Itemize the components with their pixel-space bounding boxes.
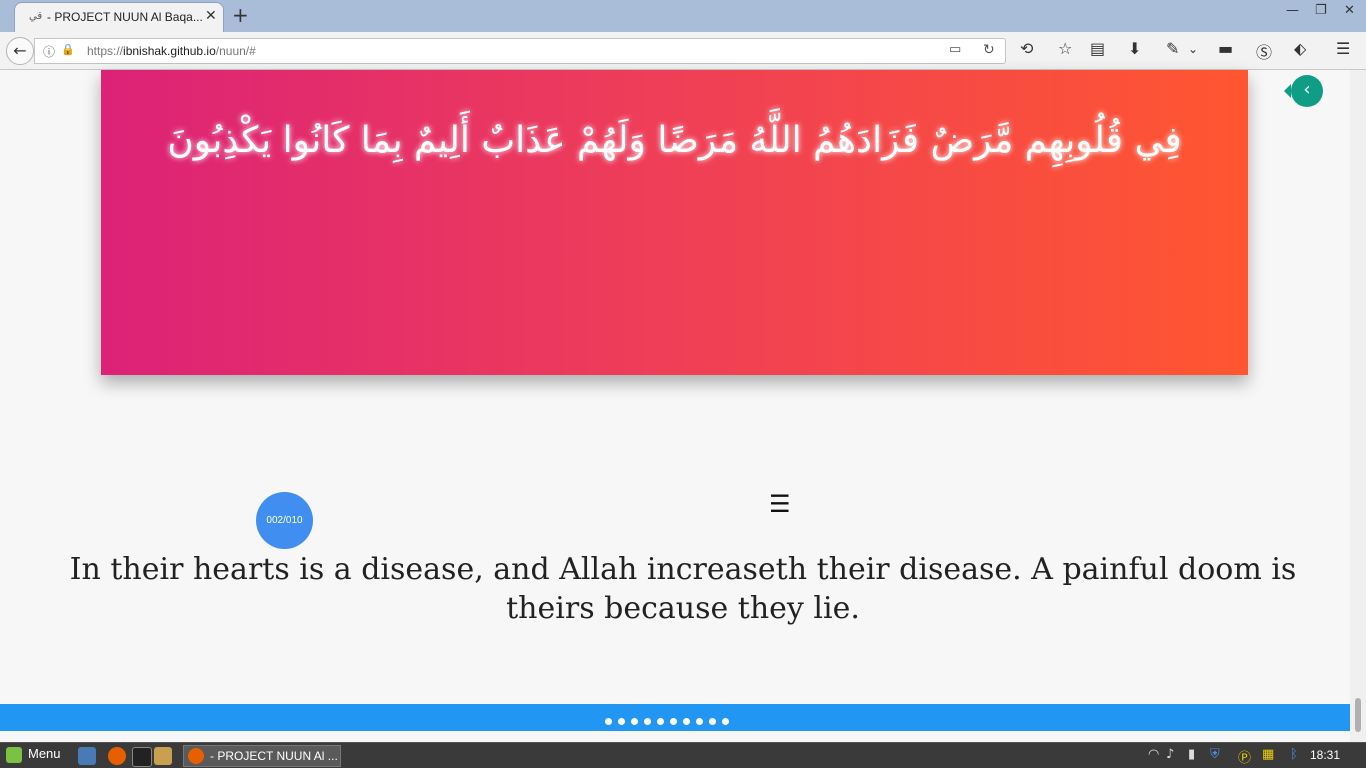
dropdown-chevron-icon[interactable]: ⌄ bbox=[1188, 42, 1198, 56]
pagination-dot[interactable] bbox=[709, 718, 716, 725]
pagination-dot[interactable] bbox=[670, 718, 677, 725]
hamburger-menu-icon[interactable]: ☰ bbox=[1336, 39, 1350, 58]
lock-icon[interactable]: 🔒 bbox=[61, 43, 75, 56]
pagination-bar bbox=[0, 704, 1350, 731]
taskbar: Menu - PROJECT NUUN Al ... ◠ ♪ ▮ ⛨ Ⓟ ▦ ᛒ… bbox=[0, 742, 1366, 768]
history-icon[interactable]: ⟲ bbox=[1020, 39, 1033, 58]
reading-list-icon[interactable]: ▤ bbox=[1090, 39, 1105, 58]
mint-logo-icon bbox=[6, 746, 22, 763]
firefox-icon[interactable] bbox=[108, 747, 126, 765]
eyedropper-icon[interactable]: ✎ bbox=[1166, 39, 1179, 58]
start-menu-label: Menu bbox=[28, 746, 61, 761]
pagination-dot[interactable] bbox=[631, 718, 638, 725]
browser-tab[interactable]: قي - PROJECT NUUN Al Baqa... ✕ bbox=[14, 2, 224, 32]
side-panel-toggle-button[interactable]: ‹ bbox=[1291, 75, 1323, 107]
arabic-verse: فِي قُلُوبِهِم مَّرَضٌ فَزَادَهُمُ اللَّ… bbox=[167, 120, 1182, 161]
url-text[interactable]: https://ibnishak.github.io/nuun/# bbox=[87, 44, 256, 58]
verse-banner: فِي قُلُوبِهِم مَّرَضٌ فَزَادَهُمُ اللَّ… bbox=[101, 70, 1248, 375]
shield-icon[interactable]: ⛨ bbox=[1210, 747, 1220, 762]
side-panel-pointer bbox=[1284, 84, 1291, 98]
bookmark-star-icon[interactable]: ☆ bbox=[1058, 39, 1072, 58]
url-domain: ibnishak.github.io bbox=[123, 44, 216, 58]
terminal-icon[interactable] bbox=[132, 747, 152, 767]
verse-translation: In their hearts is a disease, and Allah … bbox=[69, 552, 1297, 626]
tag-icon[interactable]: ⬖ bbox=[1294, 39, 1306, 58]
screenshot-icon[interactable]: Ⓢ bbox=[1256, 39, 1272, 63]
verse-counter-badge[interactable]: 002/010 bbox=[256, 492, 313, 549]
tab-bar: قي - PROJECT NUUN Al Baqa... ✕ + — ❐ ✕ bbox=[0, 0, 1366, 32]
bluetooth-icon[interactable]: ᛒ bbox=[1290, 747, 1298, 762]
download-icon[interactable]: ⬇ bbox=[1128, 39, 1141, 58]
url-prefix: https:// bbox=[87, 44, 124, 58]
minimize-icon[interactable]: — bbox=[1286, 3, 1299, 18]
reload-icon[interactable]: ↻ bbox=[983, 42, 995, 58]
show-desktop-icon[interactable] bbox=[78, 747, 96, 765]
pagination-dot[interactable] bbox=[722, 718, 729, 725]
nav-bar: ← ⓘ 🔒 https://ibnishak.github.io/nuun/# … bbox=[0, 32, 1366, 70]
info-icon[interactable]: ⓘ bbox=[43, 43, 55, 60]
ruler-icon[interactable]: ▬ bbox=[1218, 39, 1233, 58]
url-path: /nuun/# bbox=[215, 44, 256, 58]
files-icon[interactable] bbox=[154, 747, 172, 765]
battery-icon[interactable]: ▮ bbox=[1188, 747, 1195, 762]
task-label: - PROJECT NUUN Al ... bbox=[210, 749, 338, 763]
wifi-icon[interactable]: ◠ bbox=[1148, 747, 1159, 762]
tab-title: - PROJECT NUUN Al Baqa... bbox=[47, 10, 203, 24]
pagination-dot[interactable] bbox=[605, 718, 612, 725]
pagination-dot[interactable] bbox=[644, 718, 651, 725]
pagination-dot[interactable] bbox=[696, 718, 703, 725]
pagination-dot[interactable] bbox=[657, 718, 664, 725]
scrollbar[interactable] bbox=[1350, 70, 1366, 742]
pagination-dot[interactable] bbox=[618, 718, 625, 725]
menu-icon[interactable]: ☰ bbox=[769, 490, 791, 518]
reader-view-icon[interactable]: ▭ bbox=[949, 42, 961, 57]
clock: 18:31 bbox=[1310, 748, 1341, 762]
notes-icon[interactable]: ▦ bbox=[1262, 747, 1274, 762]
restore-icon[interactable]: ❐ bbox=[1315, 3, 1327, 18]
close-window-icon[interactable]: ✕ bbox=[1344, 3, 1355, 18]
close-tab-icon[interactable]: ✕ bbox=[205, 8, 217, 24]
pagination-dots bbox=[605, 710, 735, 729]
p-icon[interactable]: Ⓟ bbox=[1238, 747, 1251, 766]
scrollbar-thumb[interactable] bbox=[1355, 698, 1361, 732]
firefox-task-icon bbox=[188, 748, 204, 764]
taskbar-window-firefox[interactable]: - PROJECT NUUN Al ... bbox=[183, 745, 341, 767]
back-button[interactable]: ← bbox=[6, 37, 34, 65]
new-tab-icon[interactable]: + bbox=[232, 3, 249, 27]
pagination-dot[interactable] bbox=[683, 718, 690, 725]
tab-favicon: قي bbox=[29, 11, 43, 22]
volume-icon[interactable]: ♪ bbox=[1166, 747, 1174, 762]
url-bar[interactable]: ⓘ 🔒 https://ibnishak.github.io/nuun/# ▭ … bbox=[34, 38, 1006, 64]
start-menu-button[interactable]: Menu bbox=[6, 746, 61, 763]
